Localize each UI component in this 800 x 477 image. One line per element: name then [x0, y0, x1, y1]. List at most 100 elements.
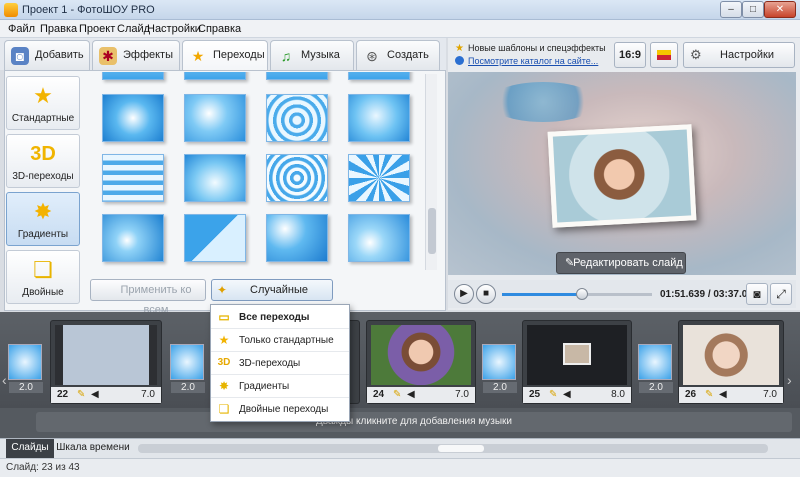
category-gradients-label: Градиенты: [17, 229, 69, 240]
menu-item-3d[interactable]: 3D 3D-переходы: [211, 352, 349, 375]
transition-thumb[interactable]: [102, 72, 164, 80]
category-3d[interactable]: 3D 3D-переходы: [6, 134, 80, 188]
apply-all-button[interactable]: Применить ко всем: [90, 279, 206, 316]
menu-item-standard[interactable]: ★ Только стандартные: [211, 329, 349, 352]
category-standard-label: Стандартные: [11, 113, 75, 124]
menu-project[interactable]: Проект: [79, 23, 115, 35]
slide-preview: ✎ Редактировать слайд: [448, 72, 796, 275]
view-tabs: Слайды Шкала времени: [0, 438, 800, 458]
catalog-link[interactable]: Посмотрите каталог на сайте...: [468, 56, 598, 66]
transition-thumb[interactable]: [266, 154, 328, 202]
tab-add-label: Добавить: [35, 49, 84, 61]
menu-settings[interactable]: Настройки: [147, 23, 201, 35]
transition-thumb[interactable]: [102, 154, 164, 202]
transition-thumb[interactable]: [266, 94, 328, 142]
tab-add[interactable]: ◙ Добавить: [4, 40, 90, 70]
transition-thumb[interactable]: [184, 72, 246, 80]
random-transitions-menu: ▭ Все переходы ★ Только стандартные 3D 3D-п…: [210, 304, 350, 422]
transition-slot[interactable]: 2.0: [638, 344, 673, 393]
transition-thumb[interactable]: [184, 94, 246, 142]
menu-item-gradients[interactable]: ✸ Градиенты: [211, 375, 349, 398]
transitions-scrollbar[interactable]: [425, 74, 437, 270]
title-bar: Проект 1 - ФотоШОУ PRO – □ ✕: [0, 0, 800, 20]
tab-effects[interactable]: ✱ Эффекты: [92, 40, 180, 70]
slide-duration: 7.0: [141, 389, 155, 400]
slide-card[interactable]: 24 ✎ ◀ 7.0: [366, 320, 476, 404]
minimize-button[interactable]: –: [720, 1, 742, 18]
tab-create[interactable]: ⊛ Создать: [356, 40, 440, 70]
slide-card[interactable]: 22 ✎ ◀ 7.0: [50, 320, 162, 404]
play-button[interactable]: ▶: [454, 284, 474, 304]
tab-music-label: Музыка: [301, 49, 340, 61]
transition-slot[interactable]: 2.0: [170, 344, 205, 393]
fullscreen-icon: ⤢: [776, 287, 786, 301]
category-double-label: Двойные: [22, 287, 64, 298]
flower-crown-blur: [488, 82, 598, 122]
transition-thumb[interactable]: [348, 94, 410, 142]
slide-card[interactable]: 25 ✎ ◀ 8.0: [522, 320, 632, 404]
transition-thumb[interactable]: [266, 214, 328, 262]
fullscreen-button[interactable]: ⤢: [770, 283, 792, 305]
player-controls: ▶ ■ 01:51.639 / 03:37.000 ◙ ⤢: [448, 280, 796, 308]
transition-thumb[interactable]: [184, 214, 246, 262]
close-button[interactable]: ✕: [764, 1, 796, 18]
slide-number: 26: [685, 389, 697, 400]
star-icon: ★: [191, 48, 205, 64]
scroll-left-icon[interactable]: ‹: [2, 372, 7, 388]
transition-thumb[interactable]: [266, 72, 328, 80]
slide-card[interactable]: 26 ✎ ◀ 7.0: [678, 320, 784, 404]
menu-bar: Файл Правка Проект Слайд Настройки Справ…: [0, 20, 800, 38]
gradient-icon: ✸: [218, 379, 230, 393]
menu-file[interactable]: Файл: [8, 23, 35, 35]
scroll-right-icon[interactable]: ›: [787, 372, 792, 388]
transition-thumb[interactable]: [348, 154, 410, 202]
slide-info-bar: 22 ✎ ◀ 7.0: [51, 387, 161, 403]
background-button[interactable]: [650, 42, 678, 68]
transition-thumb[interactable]: [348, 214, 410, 262]
random-transitions-button[interactable]: ✦ Случайные переходы: [211, 279, 333, 316]
menu-item-all[interactable]: ▭ Все переходы: [211, 306, 349, 329]
tab-timeline[interactable]: Шкала времени: [56, 439, 130, 458]
menu-item-double[interactable]: ❏ Двойные переходы: [211, 398, 349, 421]
tab-music[interactable]: ♫ Музыка: [270, 40, 354, 70]
scrollbar-thumb[interactable]: [428, 208, 436, 254]
menu-slide[interactable]: Слайд: [117, 23, 150, 35]
menu-help[interactable]: Справка: [198, 23, 241, 35]
scrollbar-thumb[interactable]: [438, 445, 484, 452]
category-standard[interactable]: ★ Стандартные: [6, 76, 80, 130]
transition-thumb[interactable]: [348, 72, 410, 80]
music-icon: ♫: [280, 48, 292, 64]
transition-slot[interactable]: 2.0: [8, 344, 43, 393]
tab-transitions[interactable]: ★ Переходы: [182, 40, 268, 71]
menu-edit[interactable]: Правка: [40, 23, 77, 35]
category-gradients[interactable]: ✸ Градиенты: [6, 192, 80, 246]
menu-item-label: Двойные переходы: [239, 404, 329, 415]
menu-item-label: Все переходы: [239, 312, 310, 323]
stop-button[interactable]: ■: [476, 284, 496, 304]
edit-slide-button[interactable]: ✎ Редактировать слайд: [556, 252, 686, 274]
3d-icon: 3D: [30, 143, 56, 165]
maximize-button[interactable]: □: [742, 1, 764, 18]
project-settings-button[interactable]: ⚙ Настройки проекта: [683, 42, 795, 85]
app-logo-icon: [4, 3, 18, 17]
transition-duration: 2.0: [483, 382, 517, 393]
transition-thumb[interactable]: [184, 154, 246, 202]
transition-thumb[interactable]: [102, 94, 164, 142]
transition-thumb[interactable]: [102, 214, 164, 262]
progress-handle[interactable]: [575, 288, 588, 300]
tab-create-label: Создать: [387, 49, 429, 61]
tab-slides[interactable]: Слайды: [6, 439, 54, 458]
slide-duration: 8.0: [611, 389, 625, 400]
timeline-scrollbar[interactable]: [138, 444, 768, 453]
girl-photo: [552, 129, 692, 223]
transition-slot[interactable]: 2.0: [482, 344, 517, 393]
stop-icon: ■: [482, 288, 490, 299]
slide-thumbnail: [527, 325, 627, 385]
category-double[interactable]: ❏ Двойные: [6, 250, 80, 304]
slide-number: 24: [373, 389, 385, 400]
snapshot-button[interactable]: ◙: [746, 283, 768, 305]
aspect-ratio-button[interactable]: 16:9: [614, 42, 646, 68]
image-icon: [657, 50, 671, 60]
music-track[interactable]: Дважды кликните для добавления музыки: [36, 412, 792, 432]
transition-duration: 2.0: [171, 382, 205, 393]
